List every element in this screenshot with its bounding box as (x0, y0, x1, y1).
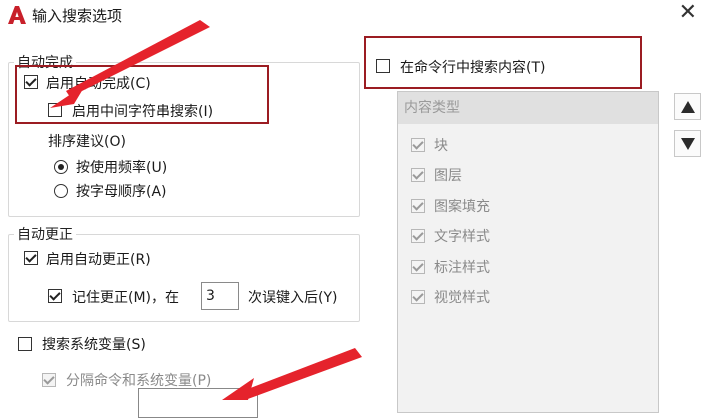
annotation-highlight-cmdline (364, 36, 642, 89)
content-type-checkbox-visual-style[interactable] (411, 290, 425, 304)
content-type-checkbox-text-style[interactable] (411, 229, 425, 243)
enable-autocorrect-checkbox[interactable] (24, 251, 38, 265)
triangle-up-icon (681, 101, 695, 113)
sort-alphabetical-radio[interactable] (54, 184, 68, 198)
content-type-checkbox-dim-style[interactable] (411, 260, 425, 274)
autocorrect-group (8, 234, 360, 322)
mistype-count-suffix: 次误键入后(Y) (248, 290, 338, 306)
sort-by-usage-label[interactable]: 按使用频率(U) (76, 157, 167, 177)
autocorrect-group-title: 自动更正 (14, 224, 76, 244)
remember-corrections-label[interactable]: 记住更正(M)，在 (72, 287, 179, 307)
sort-by-usage-radio[interactable] (54, 160, 68, 174)
window-title: 输入搜索选项 (32, 7, 123, 25)
close-button[interactable]: ✕ (679, 0, 697, 25)
dialog-button-partial[interactable] (138, 388, 258, 418)
sort-suggestions-title: 排序建议(O) (48, 134, 126, 150)
search-system-vars-label[interactable]: 搜索系统变量(S) (42, 334, 146, 354)
separate-cmd-vars-checkbox[interactable] (42, 373, 56, 387)
app-logo-icon (6, 4, 28, 26)
triangle-down-icon (681, 138, 695, 150)
sort-alphabetical-label[interactable]: 按字母顺序(A) (76, 181, 167, 201)
content-type-label-block: 块 (434, 138, 448, 154)
content-type-label-dim-style: 标注样式 (434, 260, 490, 276)
content-type-checkbox-hatch[interactable] (411, 199, 425, 213)
enable-autocorrect-label[interactable]: 启用自动更正(R) (46, 249, 151, 269)
content-type-header: 内容类型 (398, 92, 658, 124)
content-type-label-text-style: 文字样式 (434, 229, 490, 245)
move-up-button[interactable] (674, 93, 701, 120)
move-down-button[interactable] (674, 130, 701, 157)
annotation-highlight-autocomplete (15, 65, 269, 124)
search-system-vars-checkbox[interactable] (18, 337, 32, 351)
remember-corrections-checkbox[interactable] (48, 289, 62, 303)
separate-cmd-vars-label[interactable]: 分隔命令和系统变量(P) (66, 370, 211, 390)
content-type-checkbox-layer[interactable] (411, 168, 425, 182)
content-type-label-visual-style: 视觉样式 (434, 290, 490, 306)
mistype-count-input[interactable]: 3 (201, 282, 239, 310)
content-type-label-layer: 图层 (434, 168, 462, 184)
content-type-label-hatch: 图案填充 (434, 199, 490, 215)
content-type-checkbox-block[interactable] (411, 138, 425, 152)
